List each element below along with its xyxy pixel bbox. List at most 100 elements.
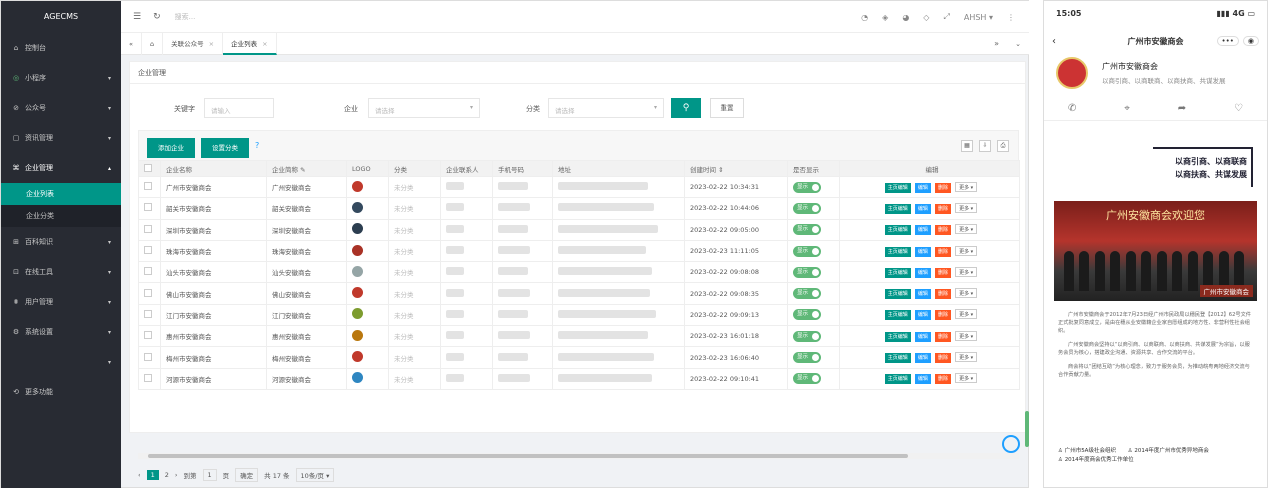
- table-row[interactable]: 江门市安徽商会 江门安徽商会 未分类 2023-02-22 09:09:13 显…: [138, 303, 1020, 327]
- row-checkbox[interactable]: [144, 309, 152, 318]
- more-button[interactable]: 更多 ▾: [955, 181, 978, 192]
- export-icon[interactable]: ⇩: [979, 140, 991, 152]
- edit-button[interactable]: 编辑: [914, 331, 931, 342]
- page-2-button[interactable]: 2: [165, 471, 169, 479]
- home-edit-button[interactable]: 主页编辑: [884, 289, 911, 300]
- close-icon[interactable]: ×: [209, 40, 214, 48]
- column-header[interactable]: 手机号码: [492, 160, 553, 177]
- home-edit-button[interactable]: 主页编辑: [884, 203, 911, 214]
- sidebar-item-items24[interactable]: ▾: [1, 347, 121, 377]
- location-icon[interactable]: ⌖: [1124, 103, 1130, 114]
- message-icon[interactable]: ◕: [902, 13, 909, 22]
- share-icon[interactable]: ➦: [1178, 103, 1186, 114]
- help-icon[interactable]: ?: [255, 141, 259, 150]
- search-input[interactable]: 搜索...: [175, 12, 196, 22]
- row-select-cell[interactable]: [138, 346, 161, 369]
- delete-button[interactable]: 删除: [934, 203, 951, 214]
- column-header[interactable]: 地址: [552, 160, 685, 177]
- column-header[interactable]: 企业名称: [160, 160, 267, 177]
- row-select-cell[interactable]: [138, 261, 161, 284]
- more-button[interactable]: 更多 ▾: [955, 288, 978, 299]
- row-select-cell[interactable]: [138, 367, 161, 390]
- confirm-page-button[interactable]: 确定: [235, 468, 259, 482]
- column-header[interactable]: LOGO: [346, 160, 389, 177]
- page-size-select[interactable]: 10条/页 ▾: [295, 468, 335, 482]
- delete-button[interactable]: 删除: [934, 310, 951, 321]
- sidebar-item-items23[interactable]: ⚙ 系统设置 ▾: [1, 317, 121, 347]
- delete-button[interactable]: 删除: [934, 353, 951, 364]
- close-icon[interactable]: ×: [262, 40, 267, 48]
- delete-button[interactable]: 删除: [934, 246, 951, 257]
- column-header[interactable]: 分类: [388, 160, 441, 177]
- edit-button[interactable]: 编辑: [914, 353, 931, 364]
- row-select-cell[interactable]: [138, 325, 161, 348]
- column-header[interactable]: 企业联系人: [440, 160, 493, 177]
- more-button[interactable]: 更多 ▾: [955, 330, 978, 341]
- row-checkbox[interactable]: [144, 373, 152, 382]
- delete-button[interactable]: 删除: [934, 289, 951, 300]
- more-button[interactable]: 更多 ▾: [955, 309, 978, 320]
- more-dots-icon[interactable]: •••: [1216, 36, 1239, 46]
- home-edit-button[interactable]: 主页编辑: [884, 267, 911, 278]
- row-checkbox[interactable]: [144, 224, 152, 233]
- sidebar-item-items2[interactable]: ⊘ 公众号 ▾: [1, 93, 121, 123]
- home-edit-button[interactable]: 主页编辑: [884, 353, 911, 364]
- sidebar-item-items20[interactable]: ⊞ 百科知识 ▾: [1, 227, 121, 257]
- table-row[interactable]: 河源市安徽商会 河源安徽商会 未分类 2023-02-22 09:10:41 显…: [138, 367, 1020, 390]
- sidebar-item-items4[interactable]: ⌘ 企业管理 ▴: [1, 153, 121, 183]
- show-toggle[interactable]: 显示: [793, 181, 821, 193]
- table-row[interactable]: 梅州市安徽商会 梅州安徽商会 未分类 2023-02-23 16:06:40 显…: [138, 346, 1020, 369]
- next-page-icon[interactable]: ›: [175, 471, 178, 479]
- phone-icon[interactable]: ✆: [1068, 103, 1076, 114]
- horizontal-scrollbar[interactable]: [138, 453, 1019, 459]
- delete-button[interactable]: 删除: [934, 267, 951, 278]
- edit-button[interactable]: 编辑: [914, 310, 931, 321]
- edit-button[interactable]: 编辑: [914, 267, 931, 278]
- table-row[interactable]: 汕头市安徽商会 汕头安徽商会 未分类 2023-02-22 09:08:08 显…: [138, 261, 1020, 284]
- more-button[interactable]: 更多 ▾: [955, 266, 978, 277]
- row-checkbox[interactable]: [144, 331, 152, 340]
- theme-icon[interactable]: ◈: [882, 13, 888, 22]
- home-edit-button[interactable]: 主页编辑: [884, 182, 911, 193]
- page-number-input[interactable]: 1: [202, 469, 217, 481]
- more-menu-icon[interactable]: ⋮: [1007, 13, 1015, 22]
- sidebar-subitem[interactable]: 企业列表: [1, 183, 121, 205]
- sidebar-item-items1[interactable]: ◎ 小程序 ▾: [1, 63, 121, 93]
- delete-button[interactable]: 删除: [934, 374, 951, 385]
- edit-button[interactable]: 编辑: [914, 374, 931, 385]
- search-button[interactable]: ⚲: [671, 98, 701, 118]
- table-row[interactable]: 深圳市安徽商会 深圳安徽商会 未分类 2023-02-22 09:05:00 显…: [138, 218, 1020, 241]
- tag-icon[interactable]: ◇: [923, 13, 929, 22]
- sidebar-item-items3[interactable]: ▢ 资讯管理 ▾: [1, 123, 121, 153]
- table-row[interactable]: 广州市安徽商会 广州安徽商会 未分类 2023-02-22 10:34:31 显…: [138, 175, 1020, 199]
- select-all-checkbox[interactable]: [144, 163, 152, 172]
- back-icon[interactable]: ‹: [1052, 36, 1056, 47]
- enterprise-select[interactable]: 请选择 ▾: [368, 98, 480, 118]
- row-checkbox[interactable]: [144, 267, 152, 276]
- show-toggle[interactable]: 显示: [793, 202, 821, 214]
- columns-icon[interactable]: ▦: [961, 140, 973, 152]
- edit-button[interactable]: 编辑: [914, 203, 931, 214]
- user-menu[interactable]: AHSH ▾: [964, 13, 993, 22]
- more-button[interactable]: 更多 ▾: [955, 245, 978, 256]
- home-edit-button[interactable]: 主页编辑: [884, 225, 911, 236]
- home-edit-button[interactable]: 主页编辑: [884, 374, 911, 385]
- edit-button[interactable]: 编辑: [914, 246, 931, 257]
- edit-button[interactable]: 编辑: [914, 225, 931, 236]
- row-checkbox[interactable]: [144, 182, 152, 191]
- fullscreen-icon[interactable]: ⤢: [943, 12, 949, 22]
- more-button[interactable]: 更多 ▾: [955, 202, 978, 213]
- refresh-icon[interactable]: ↻: [153, 12, 161, 22]
- show-toggle[interactable]: 显示: [793, 288, 821, 300]
- column-header[interactable]: 编辑: [839, 160, 1020, 177]
- sidebar-item-items25[interactable]: ⟲ 更多功能: [1, 377, 121, 407]
- show-toggle[interactable]: 显示: [793, 309, 821, 321]
- show-toggle[interactable]: 显示: [793, 373, 821, 385]
- sidebar-item-items21[interactable]: ⊡ 在线工具 ▾: [1, 257, 121, 287]
- customer-service-icon[interactable]: [1002, 435, 1020, 453]
- show-toggle[interactable]: 显示: [793, 224, 821, 236]
- home-edit-button[interactable]: 主页编辑: [884, 331, 911, 342]
- row-checkbox[interactable]: [144, 352, 152, 361]
- table-row[interactable]: 佛山市安徽商会 佛山安徽商会 未分类 2023-02-22 09:08:35 显…: [138, 282, 1020, 305]
- delete-button[interactable]: 删除: [934, 182, 951, 193]
